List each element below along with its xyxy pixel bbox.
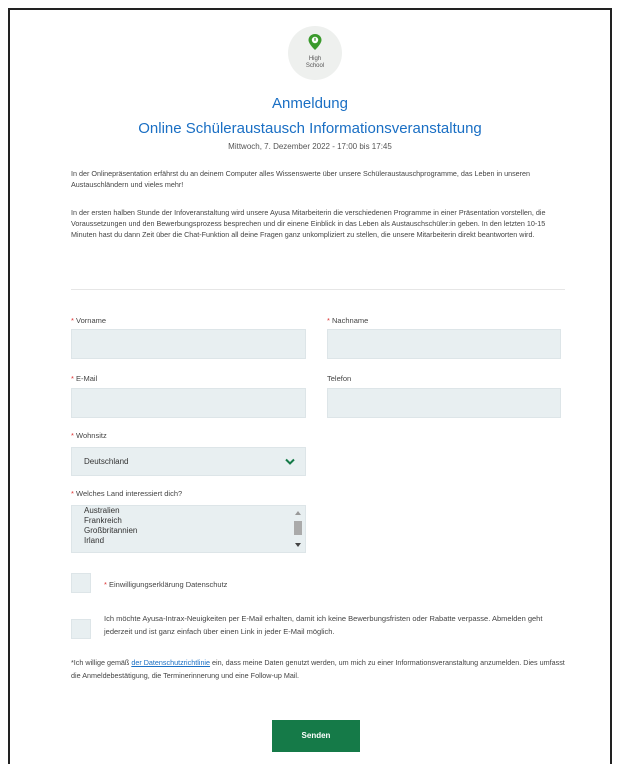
newsletter-label: Ich möchte Ayusa-Intrax-Neuigkeiten per … [104, 614, 543, 636]
logo-text-line1: High [308, 56, 322, 62]
list-item[interactable]: Großbritannien [84, 526, 137, 536]
vorname-label: * Vorname [71, 316, 107, 325]
listbox-scrollbar[interactable] [292, 508, 304, 550]
chevron-down-icon [285, 458, 295, 465]
required-mark: * [104, 580, 107, 589]
nachname-field[interactable] [327, 329, 561, 359]
consent-label: * Einwilligungserklärung Datenschutz [104, 580, 228, 589]
required-mark: * [71, 489, 74, 498]
nachname-label: * Nachname [327, 316, 369, 325]
wohnsitz-selected-value: Deutschland [84, 457, 129, 466]
land-listbox[interactable]: Australien Frankreich Großbritannien Irl… [71, 505, 306, 553]
school-logo: High School [288, 26, 342, 80]
list-item[interactable]: Australien [84, 506, 120, 516]
logo-text-line2: School [305, 63, 325, 69]
vorname-field[interactable] [71, 329, 306, 359]
map-pin-icon [308, 34, 322, 50]
wohnsitz-select[interactable]: Deutschland [71, 447, 306, 476]
privacy-note: *Ich willige gemäß der Datenschutzrichtl… [71, 658, 565, 680]
list-item[interactable]: Frankreich [84, 516, 122, 526]
page-subtitle: Online Schüleraustausch Informationsvera… [138, 120, 482, 137]
newsletter-checkbox[interactable] [71, 619, 91, 639]
event-date: Mittwoch, 7. Dezember 2022 - 17:00 bis 1… [228, 142, 392, 151]
wohnsitz-label: * Wohnsitz [71, 431, 107, 440]
land-label: * Welches Land interessiert dich? [71, 489, 183, 498]
intro-paragraph-1: In der Onlinepräsentation erfährst du an… [71, 169, 531, 189]
required-mark: * [71, 316, 74, 325]
telefon-field[interactable] [327, 388, 561, 418]
email-label: * E-Mail [71, 374, 98, 383]
required-mark: * [71, 431, 74, 440]
page-title: Anmeldung [272, 95, 348, 112]
consent-checkbox[interactable] [71, 573, 91, 593]
submit-button[interactable]: Senden [272, 720, 360, 752]
list-item[interactable]: Irland [84, 536, 104, 546]
telefon-label: Telefon [327, 374, 352, 383]
required-mark: * [71, 374, 74, 383]
intro-paragraph-2: In der ersten halben Stunde der Infovera… [71, 208, 546, 239]
email-field[interactable] [71, 388, 306, 418]
privacy-policy-link[interactable]: der Datenschutzrichtlinie [131, 658, 210, 667]
divider [71, 289, 565, 290]
required-mark: * [327, 316, 330, 325]
